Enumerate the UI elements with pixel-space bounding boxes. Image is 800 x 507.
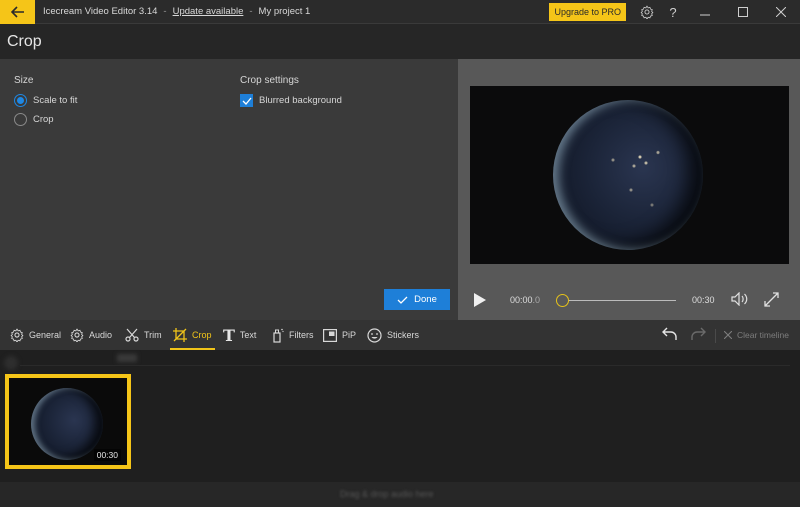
- radio-label: Scale to fit: [33, 95, 78, 106]
- title-separator: -: [249, 6, 253, 17]
- radio-crop[interactable]: Crop: [14, 113, 54, 126]
- undo-button[interactable]: [662, 327, 678, 346]
- done-button[interactable]: Done: [384, 289, 450, 310]
- clip-duration: 00:30: [93, 449, 121, 461]
- audio-track[interactable]: Drag & drop audio here: [0, 482, 800, 507]
- tab-audio[interactable]: Audio: [70, 320, 112, 350]
- current-time-main: 00:00: [510, 295, 533, 305]
- play-button[interactable]: [474, 293, 486, 312]
- current-time: 00:00.0: [510, 295, 540, 305]
- check-icon: [242, 97, 251, 105]
- crop-settings-label: Crop settings: [240, 75, 299, 86]
- clear-timeline-button[interactable]: Clear timeline: [724, 320, 789, 350]
- fullscreen-button[interactable]: [764, 292, 779, 312]
- check-icon: [397, 296, 408, 304]
- video-preview: [470, 86, 789, 264]
- crop-settings-panel: Size Scale to fit Crop Crop settings Blu…: [0, 59, 458, 320]
- maximize-button[interactable]: [724, 0, 762, 24]
- page-title: Crop: [7, 33, 42, 50]
- tab-label: Stickers: [387, 330, 420, 340]
- settings-button[interactable]: [634, 0, 660, 24]
- tab-label: Crop: [192, 330, 212, 340]
- close-icon: [724, 331, 732, 339]
- speaker-icon: [731, 291, 748, 307]
- project-name: My project 1: [258, 6, 311, 17]
- gear-icon: [640, 5, 654, 19]
- clear-timeline-label: Clear timeline: [737, 330, 789, 340]
- tab-label: Text: [239, 330, 257, 340]
- upgrade-to-pro-button[interactable]: Upgrade to PRO: [549, 3, 626, 21]
- pip-icon: [323, 328, 337, 342]
- update-available-link[interactable]: Update available: [173, 6, 244, 17]
- gear-icon: [10, 328, 24, 342]
- ruler-time-label: [117, 354, 137, 362]
- close-button[interactable]: [762, 0, 800, 24]
- seek-handle[interactable]: [556, 294, 569, 307]
- maximize-icon: [738, 7, 748, 17]
- radio-button-selected[interactable]: [14, 94, 27, 107]
- checkbox-label: Blurred background: [259, 95, 342, 106]
- title-separator: -: [163, 6, 167, 17]
- tab-filters[interactable]: Filters: [272, 320, 314, 350]
- tab-trim[interactable]: Trim: [125, 320, 162, 350]
- video-clip[interactable]: 00:30: [5, 374, 131, 469]
- minimize-icon: [700, 14, 710, 16]
- tab-label: Filters: [289, 330, 314, 340]
- scissors-icon: [125, 328, 139, 342]
- back-button[interactable]: [0, 0, 35, 24]
- radio-label: Crop: [33, 114, 54, 125]
- checkbox-checked[interactable]: [240, 94, 253, 107]
- question-icon: ?: [669, 4, 677, 20]
- total-time: 00:30: [692, 295, 715, 305]
- player-controls: 00:00.0 00:30: [458, 287, 800, 313]
- tab-stickers[interactable]: Stickers: [367, 320, 419, 350]
- help-button[interactable]: ?: [660, 0, 686, 24]
- editor-toolbar: General Audio Trim Crop T Text Filters P…: [0, 320, 800, 350]
- spray-icon: [273, 328, 284, 343]
- title-bar: Icecream Video Editor 3.14 - Update avai…: [0, 0, 800, 24]
- clip-thumbnail: [31, 388, 103, 460]
- video-preview-pane: 00:00.0 00:30: [458, 59, 800, 320]
- tab-label: General: [29, 330, 62, 340]
- gear-icon: [70, 328, 84, 342]
- crop-icon: [173, 328, 187, 342]
- done-label: Done: [414, 294, 437, 305]
- seek-bar[interactable]: [558, 300, 676, 301]
- earth-image: [553, 100, 703, 250]
- playhead-handle[interactable]: [4, 356, 18, 370]
- redo-icon: [691, 327, 706, 340]
- tab-label: Trim: [144, 330, 162, 340]
- smiley-icon: [367, 327, 382, 343]
- toolbar-divider: [715, 329, 716, 343]
- tab-text[interactable]: T Text: [223, 320, 256, 350]
- expand-icon: [764, 292, 779, 307]
- play-icon: [474, 293, 486, 307]
- ruler-line: [20, 365, 790, 366]
- arrow-left-icon: [10, 5, 24, 18]
- tab-pip[interactable]: PiP: [323, 320, 356, 350]
- undo-icon: [662, 327, 677, 340]
- app-name: Icecream Video Editor 3.14: [43, 6, 158, 17]
- redo-button[interactable]: [690, 327, 706, 346]
- audio-drop-hint[interactable]: Drag & drop audio here: [340, 489, 434, 499]
- page-header: Crop: [0, 25, 800, 59]
- text-icon: T: [223, 325, 235, 345]
- timeline[interactable]: 00:30: [0, 350, 800, 482]
- radio-button[interactable]: [14, 113, 27, 126]
- minimize-button[interactable]: [686, 0, 724, 24]
- blurred-background-checkbox[interactable]: Blurred background: [240, 94, 342, 107]
- radio-scale-to-fit[interactable]: Scale to fit: [14, 94, 77, 107]
- tab-label: PiP: [342, 330, 357, 340]
- close-icon: [776, 7, 786, 17]
- timeline-ruler: [0, 350, 800, 370]
- volume-button[interactable]: [731, 291, 749, 311]
- tab-crop[interactable]: Crop: [170, 320, 214, 350]
- current-time-fraction: .0: [532, 295, 541, 305]
- tab-label: Audio: [89, 330, 113, 340]
- size-label: Size: [14, 75, 34, 86]
- tab-general[interactable]: General: [10, 320, 61, 350]
